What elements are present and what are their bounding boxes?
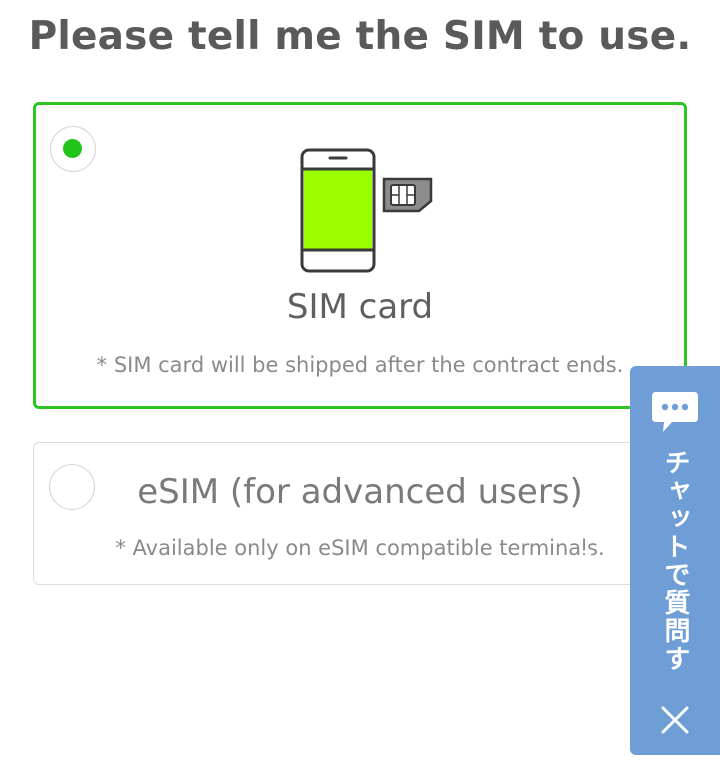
close-icon[interactable] [659,704,691,736]
chat-widget[interactable]: チャットで質問する [570,366,720,755]
sim-card-radio[interactable] [50,126,96,172]
phone-with-sim-icon [300,148,433,273]
sim-card-label: SIM card [286,287,434,327]
chat-label: チャットで質問する [570,449,690,673]
sim-card-note: * SIM card will be shipped after the con… [96,353,624,377]
chat-bubble-icon [652,392,698,432]
radio-selected-dot [63,139,82,158]
sim-selection-page: Please tell me the SIM to use. SIM card … [0,0,720,772]
sim-card-option[interactable]: SIM card * SIM card will be shipped afte… [33,102,687,409]
page-title: Please tell me the SIM to use. [28,14,692,59]
esim-label: eSIM (for advanced users) [137,472,583,512]
